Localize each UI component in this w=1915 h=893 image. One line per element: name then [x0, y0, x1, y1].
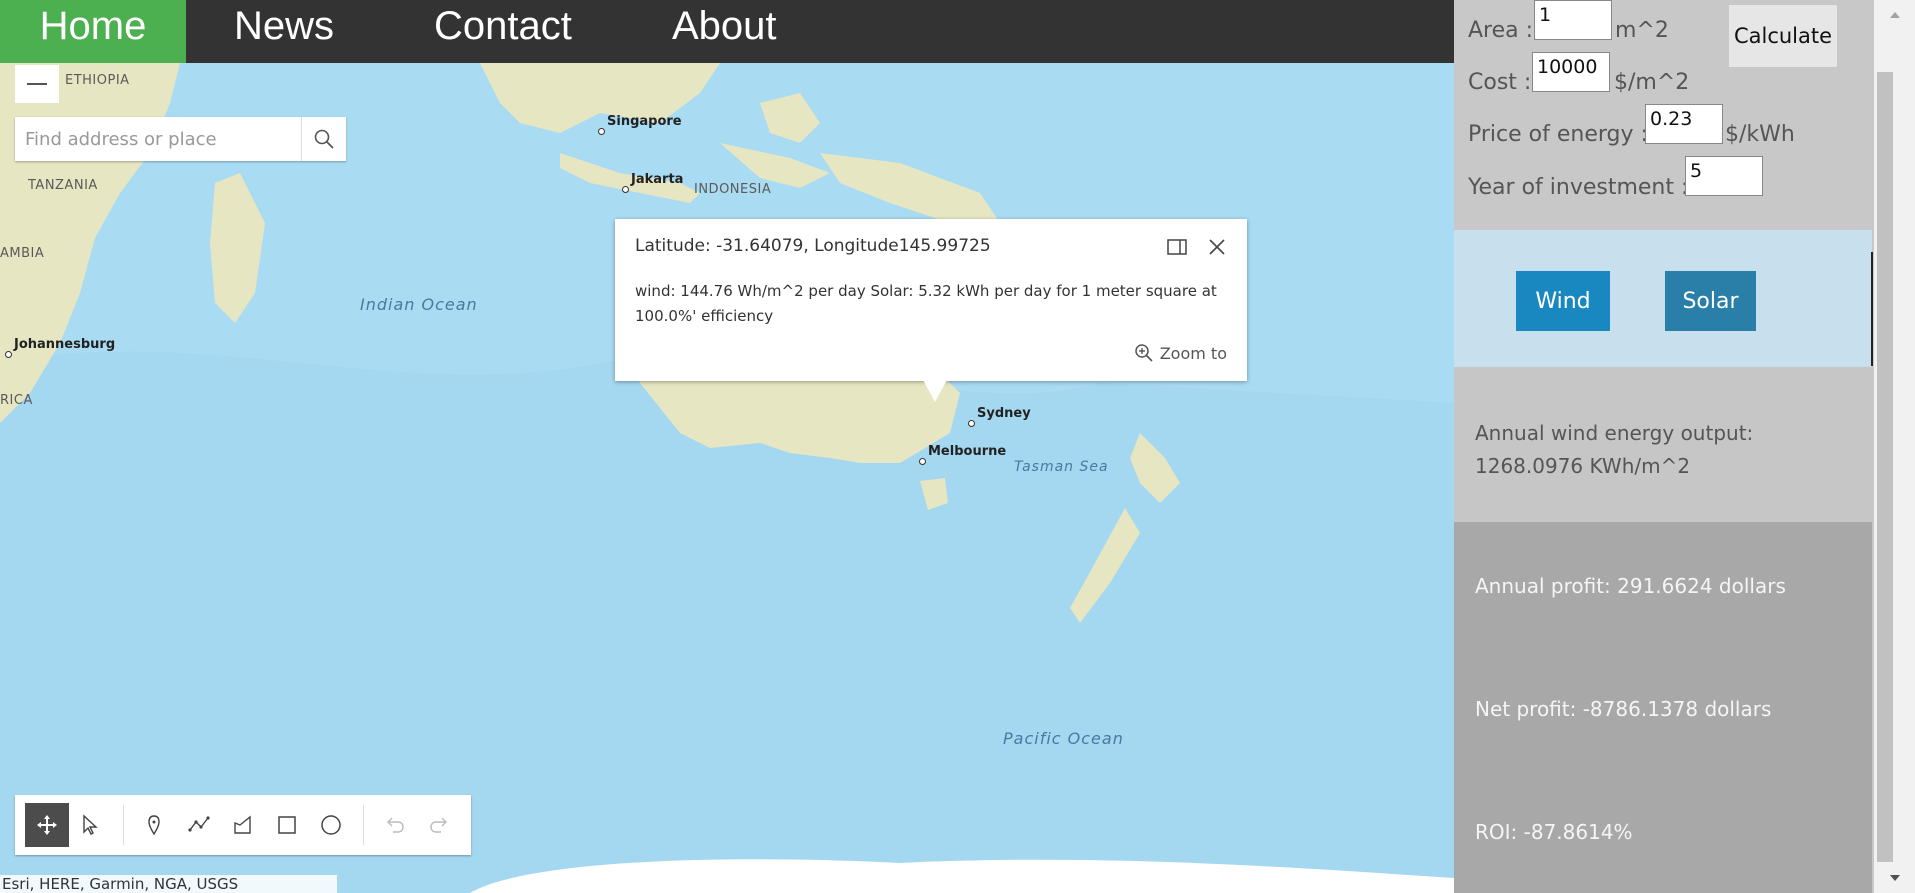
label-tanzania: TANZANIA	[28, 178, 98, 193]
area-input[interactable]: 1	[1534, 0, 1612, 40]
roi-text: ROI: -87.8614%	[1475, 820, 1633, 844]
label-pacific-ocean: Pacific Ocean	[1003, 729, 1124, 748]
select-tool[interactable]	[69, 803, 113, 847]
results-section: Annual profit: 291.6624 dollars Net prof…	[1454, 522, 1872, 893]
year-input[interactable]: 5	[1685, 156, 1763, 196]
cost-label: Cost :	[1468, 70, 1532, 95]
label-rica: RICA	[0, 393, 33, 408]
move-icon	[37, 815, 57, 835]
search-widget	[15, 117, 346, 161]
undo-button[interactable]	[373, 803, 417, 847]
area-label: Area :	[1468, 18, 1534, 43]
redo-icon	[430, 817, 447, 833]
map-popup: Latitude: -31.64079, Longitude145.99725 …	[615, 219, 1247, 402]
dock-icon	[1167, 239, 1187, 255]
label-johannesburg: Johannesburg	[5, 337, 115, 358]
price-input[interactable]: 0.23	[1645, 104, 1723, 144]
redo-button[interactable]	[417, 803, 461, 847]
popup-content: wind: 144.76 Wh/m^2 per day Solar: 5.32 …	[635, 282, 1217, 325]
calculator-panel: Area : 1 m^2 Cost : 10000 $/m^2 Price of…	[1454, 0, 1874, 893]
zoom-to-button[interactable]: Zoom to	[1134, 343, 1227, 363]
net-profit-text: Net profit: -8786.1378 dollars	[1475, 697, 1772, 721]
label-jakarta: Jakarta	[622, 172, 683, 193]
rectangle-icon	[278, 816, 296, 834]
toolbar-divider	[123, 805, 124, 845]
zoom-in-icon	[1134, 344, 1153, 362]
label-singapore: Singapore	[598, 114, 682, 135]
zoom-to-label: Zoom to	[1159, 343, 1227, 363]
label-indonesia: INDONESIA	[694, 182, 772, 197]
circle-tool[interactable]	[309, 803, 353, 847]
nav-contact[interactable]: Contact	[434, 0, 572, 63]
wind-button[interactable]: Wind	[1516, 271, 1610, 331]
price-unit: $/kWh	[1725, 122, 1795, 147]
wind-output-text: Annual wind energy output: 1268.0976 KWh…	[1475, 421, 1754, 478]
nav-home[interactable]: Home	[0, 0, 186, 63]
energy-type-band: Wind Solar	[1454, 230, 1872, 367]
label-indian-ocean: Indian Ocean	[360, 295, 478, 314]
year-label: Year of investment :	[1468, 175, 1689, 200]
label-tasman-sea: Tasman Sea	[1014, 459, 1109, 475]
rectangle-tool[interactable]	[265, 803, 309, 847]
nav-about[interactable]: About	[672, 0, 777, 63]
area-unit: m^2	[1615, 18, 1669, 43]
select-icon	[83, 814, 98, 835]
band-divider	[1871, 252, 1873, 366]
scroll-thumb[interactable]	[1877, 72, 1893, 862]
chevron-down-icon	[1889, 875, 1900, 881]
label-sydney: Sydney	[968, 406, 1031, 427]
circle-icon	[321, 815, 341, 835]
cost-unit: $/m^2	[1614, 70, 1690, 95]
solar-button[interactable]: Solar	[1665, 271, 1756, 331]
map-view[interactable]: ETHIOPIA TANZANIA AMBIA RICA Singapore J…	[0, 63, 1454, 893]
annual-profit-text: Annual profit: 291.6624 dollars	[1475, 574, 1786, 598]
zoom-out-button[interactable]	[15, 65, 59, 103]
undo-icon	[387, 817, 404, 833]
search-button[interactable]	[301, 117, 346, 161]
point-tool[interactable]	[132, 803, 176, 847]
label-melbourne: Melbourne	[919, 444, 1006, 465]
map-attribution: Esri, HERE, Garmin, NGA, USGS	[0, 875, 337, 893]
close-button[interactable]	[1206, 236, 1228, 258]
polygon-icon	[234, 815, 251, 834]
chevron-up-icon	[1889, 12, 1900, 18]
minus-icon	[27, 83, 47, 85]
polyline-tool[interactable]	[177, 803, 221, 847]
page-scrollbar[interactable]	[1874, 0, 1915, 893]
wind-output-section: Annual wind energy output: 1268.0976 KWh…	[1454, 367, 1872, 522]
point-icon	[148, 815, 160, 836]
price-label: Price of energy :	[1468, 122, 1648, 147]
scroll-up-button[interactable]	[1874, 0, 1915, 30]
sketch-toolbar	[15, 795, 471, 855]
polyline-icon	[188, 816, 210, 832]
cost-input[interactable]: 10000	[1532, 52, 1610, 92]
close-icon	[1209, 239, 1225, 255]
nav-news[interactable]: News	[234, 0, 334, 63]
dock-button[interactable]	[1166, 236, 1188, 258]
label-ethiopia: ETHIOPIA	[65, 73, 130, 88]
toolbar-divider	[363, 805, 364, 845]
popup-pointer	[923, 380, 947, 402]
search-icon	[314, 129, 334, 149]
polygon-tool[interactable]	[221, 803, 265, 847]
top-nav: Home News Contact About	[0, 0, 1454, 63]
popup-title: Latitude: -31.64079, Longitude145.99725	[635, 236, 991, 256]
calculate-button[interactable]: Calculate	[1729, 5, 1837, 67]
move-tool[interactable]	[25, 803, 69, 847]
label-zambia: AMBIA	[0, 246, 45, 261]
scroll-down-button[interactable]	[1874, 863, 1915, 893]
search-input[interactable]	[15, 117, 301, 161]
